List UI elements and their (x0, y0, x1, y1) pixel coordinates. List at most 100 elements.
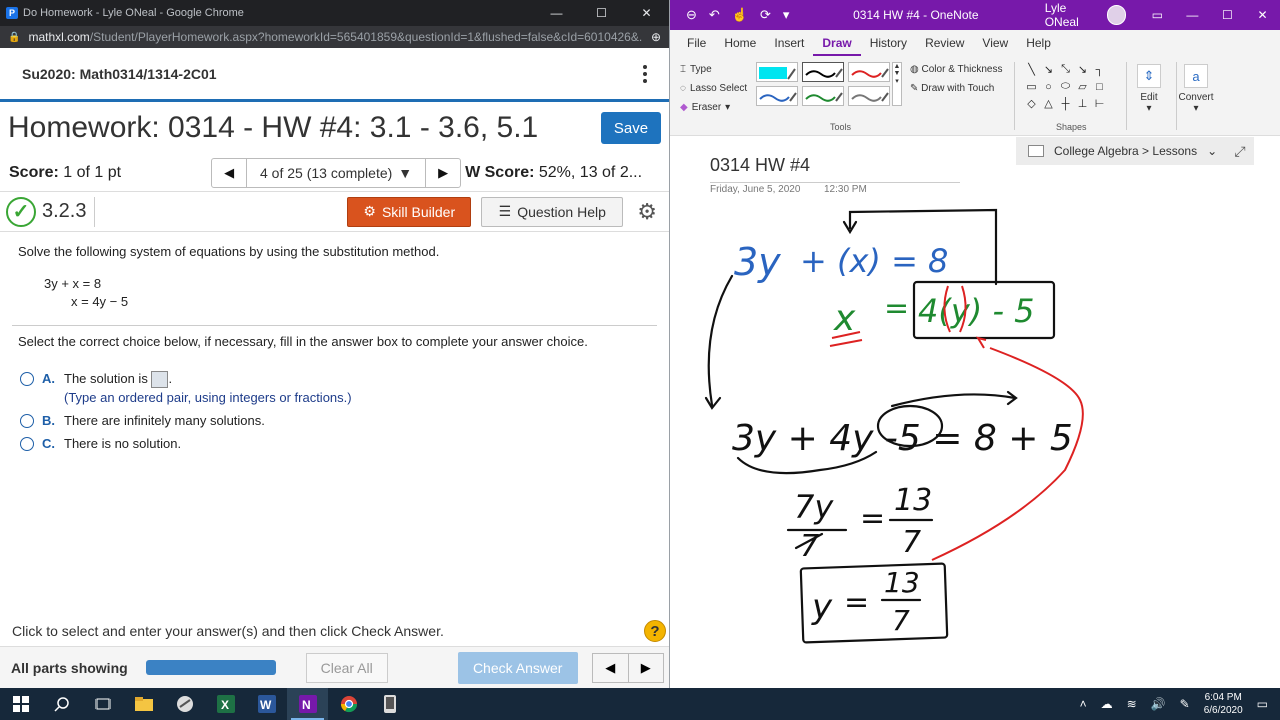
pen-icon[interactable]: ✎ (1180, 697, 1190, 711)
close-icon[interactable]: ✕ (624, 0, 669, 26)
hw-score-value: 52%, 13 of 2... (538, 163, 643, 181)
footer-bar: All parts showing Clear All Check Answer… (0, 646, 669, 688)
phone-icon[interactable] (369, 688, 410, 720)
radio-a[interactable] (20, 372, 34, 386)
score-row: Score: 1 of 1 pt ◀ 4 of 25 (13 complete)… (0, 154, 669, 192)
file-explorer-icon[interactable] (123, 688, 164, 720)
choice-b-text: There are infinitely many solutions. (64, 413, 265, 429)
svg-text:W: W (260, 698, 272, 712)
homework-title: Homework: 0314 - HW #4: 3.1 - 3.6, 5.1 (8, 111, 539, 144)
excel-icon[interactable]: X (205, 688, 246, 720)
ink-arrow-5 (890, 393, 1017, 408)
score-value: 1 of 1 pt (63, 163, 122, 181)
radio-b[interactable] (20, 414, 34, 429)
ink-result-eq: = (844, 585, 869, 620)
footer-navigator: ◀ ▶ (591, 652, 664, 683)
ink-arrow-left (707, 274, 734, 407)
radio-c[interactable] (20, 437, 34, 452)
svg-text:N: N (302, 698, 311, 712)
hw-score-label: W Score: (465, 163, 535, 181)
homework-title-row: Homework: 0314 - HW #4: 3.1 - 3.6, 5.1 S… (0, 102, 669, 154)
course-name: Su2020: Math0314/1314-2C01 (22, 65, 217, 82)
choice-a[interactable]: A. The solution is . (Type an ordered pa… (18, 371, 651, 405)
clock-time: 6:04 PM (1204, 692, 1242, 703)
more-options-icon[interactable] (635, 64, 655, 83)
clear-all-button[interactable]: Clear All (305, 652, 388, 683)
volume-icon[interactable]: 🔊 (1151, 697, 1166, 711)
clock-date: 6/6/2020 (1203, 705, 1243, 716)
footer-hint-text: Click to select and enter your answer(s)… (12, 623, 444, 639)
choice-c[interactable]: C. There is no solution. (18, 436, 651, 452)
course-header: Su2020: Math0314/1314-2C01 (0, 48, 669, 102)
ink-line1-rest: + (x) = 8 (800, 242, 948, 280)
check-answer-button[interactable]: Check Answer (457, 651, 578, 684)
start-button[interactable] (0, 688, 41, 720)
score-label: Score: (9, 163, 59, 181)
ink-result-y: y (811, 587, 833, 627)
url-path: /Student/PlayerHomework.aspx?homeworkId=… (89, 30, 643, 44)
ink-line3: 3y + 4y -5 = 8 + 5 (732, 418, 1073, 459)
onedrive-icon[interactable]: ☁ (1101, 697, 1113, 711)
parts-progress-bar (145, 660, 276, 675)
choice-c-text: There is no solution. (64, 436, 182, 452)
question-help-label: Question Help (517, 203, 606, 220)
hw-score: W Score: 52%, 13 of 2... (465, 164, 660, 182)
prev-question-icon[interactable]: ◀ (212, 159, 246, 187)
pearson-favicon-icon: P (6, 7, 18, 19)
question-instruction: Solve the following system of equations … (18, 244, 440, 259)
task-view-icon[interactable] (82, 688, 123, 720)
ink-arrowhead (975, 336, 987, 349)
wifi-icon[interactable]: ≋ (1127, 697, 1137, 711)
chrome-title-bar: P Do Homework - Lyle ONeal - Google Chro… (0, 0, 669, 26)
onenote-window: ⊖ ↶ ☝ ⟳ ▾ 0314 HW #4 - OneNote Lyle ONea… (670, 0, 1280, 688)
help-icon[interactable]: ? (644, 620, 666, 642)
screen: P Do Homework - Lyle ONeal - Google Chro… (0, 0, 1280, 720)
prev-icon[interactable]: ◀ (593, 654, 628, 682)
choice-b[interactable]: B. There are infinitely many solutions. (18, 413, 651, 429)
chevron-up-icon[interactable]: ˄ (1080, 697, 1087, 711)
ink-13: 13 (894, 483, 932, 518)
system-tray: ˄ ☁ ≋ 🔊 ✎ 6:04 PM 6/6/2020 ▭ (1080, 691, 1280, 717)
ink-4y-5: 4(y) - 5 (918, 292, 1035, 330)
skill-builder-button[interactable]: ⚙ Skill Builder (347, 196, 472, 227)
zoom-icon[interactable]: ⊕ (651, 30, 661, 44)
list-icon: ☰ (498, 203, 512, 219)
chrome-icon[interactable] (328, 688, 369, 720)
snip-sketch-icon[interactable] (164, 688, 205, 720)
ink-7-den2: 7 (902, 525, 921, 560)
taskbar: X W N ˄ ☁ ≋ 🔊 ✎ 6:04 PM 6/6/2020 ▭ (0, 688, 1280, 720)
correct-check-icon: ✓ (6, 196, 36, 227)
next-question-icon[interactable]: ▶ (426, 159, 460, 187)
word-icon[interactable]: W (246, 688, 287, 720)
minimize-icon[interactable]: — (534, 0, 579, 26)
choice-letter: B. (42, 413, 55, 429)
choice-a-text: The solution is (64, 371, 148, 386)
skill-builder-label: Skill Builder (381, 203, 456, 220)
answer-box[interactable] (151, 371, 169, 389)
question-navigator: ◀ 4 of 25 (13 complete) ▼ ▶ (211, 157, 462, 188)
ink-equals: = (884, 291, 909, 326)
lock-icon: 🔒 (8, 31, 21, 43)
address-bar[interactable]: 🔒 mathxl.com/Student/PlayerHomework.aspx… (0, 26, 669, 48)
notification-icon[interactable]: ▭ (1257, 697, 1268, 711)
window-title: Do Homework - Lyle ONeal - Google Chrome (23, 7, 244, 19)
save-button[interactable]: Save (601, 112, 661, 144)
question-toolbar: ✓ 3.2.3 ⚙ Skill Builder ☰ Question Help ⚙ (0, 192, 669, 232)
chevron-down-icon: ▼ (398, 164, 413, 181)
next-icon[interactable]: ▶ (627, 653, 663, 682)
ink-canvas[interactable]: 3y + (x) = 8 x = 4(y) - 5 3y + 4y -5 = 8… (670, 0, 1280, 688)
question-body: Solve the following system of equations … (0, 232, 669, 469)
clock[interactable]: 6:04 PM 6/6/2020 (1204, 691, 1243, 717)
maximize-icon[interactable]: ☐ (579, 0, 624, 26)
answer-choices: A. The solution is . (Type an ordered pa… (18, 371, 651, 452)
ink-result-13: 13 (884, 566, 920, 599)
svg-text:X: X (221, 698, 229, 712)
onenote-taskbar-icon[interactable]: N (287, 688, 328, 720)
search-icon[interactable] (41, 688, 82, 720)
question-help-button[interactable]: ☰ Question Help (481, 196, 624, 227)
ink-7-den: 7 (800, 529, 819, 564)
gear-icon[interactable]: ⚙ (637, 199, 657, 225)
question-select[interactable]: 4 of 25 (13 complete) ▼ (246, 158, 427, 187)
choice-letter: A. (42, 371, 55, 386)
ink-result-7: 7 (892, 604, 910, 637)
